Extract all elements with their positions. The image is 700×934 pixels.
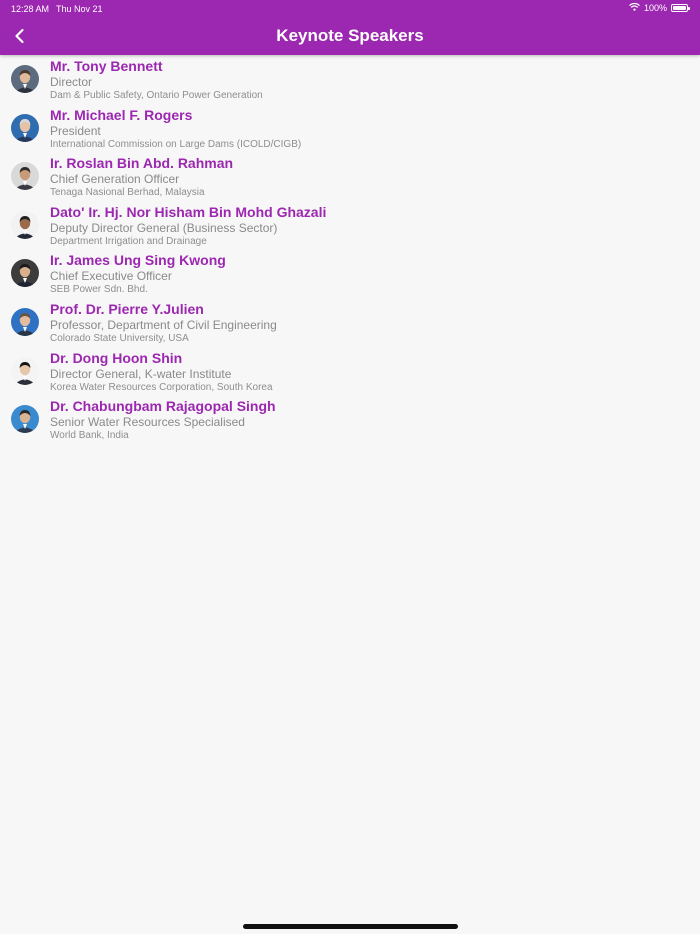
back-button[interactable] <box>10 26 30 46</box>
speaker-organization: Korea Water Resources Corporation, South… <box>50 381 273 393</box>
status-bar: 12:28 AM Thu Nov 21 100% <box>0 0 700 16</box>
speaker-name: Dr. Chabungbam Rajagopal Singh <box>50 398 276 415</box>
speaker-list-item[interactable]: Ir. Roslan Bin Abd. Rahman Chief Generati… <box>0 155 700 204</box>
speaker-list-item[interactable]: Dato' Ir. Hj. Nor Hisham Bin Mohd Ghazal… <box>0 204 700 253</box>
speaker-text: Dr. Dong Hoon Shin Director General, K-wa… <box>50 350 690 394</box>
home-indicator[interactable] <box>243 924 458 929</box>
speaker-role: President <box>50 123 101 138</box>
speaker-name: Dato' Ir. Hj. Nor Hisham Bin Mohd Ghazal… <box>50 203 327 220</box>
speaker-role: Deputy Director General (Business Sector… <box>50 220 278 235</box>
status-right: 100% <box>629 2 690 13</box>
page-title: Keynote Speakers <box>276 26 424 45</box>
speaker-name: Ir. Roslan Bin Abd. Rahman <box>50 155 234 172</box>
speaker-avatar <box>11 65 39 93</box>
chevron-left-icon <box>10 28 30 50</box>
speaker-text: Mr. Michael F. Rogers President Internatio… <box>50 107 690 151</box>
speaker-organization: Colorado State University, USA <box>50 332 189 344</box>
status-time: 12:28 AM <box>11 4 50 14</box>
speaker-text: Prof. Dr. Pierre Y.Julien Professor, Depa… <box>50 301 690 345</box>
speaker-text: Dato' Ir. Hj. Nor Hisham Bin Mohd Ghazal… <box>50 204 690 248</box>
speaker-avatar <box>11 162 39 191</box>
speaker-list-item[interactable]: Mr. Tony Bennett Director Dam & Public Saf… <box>0 58 700 107</box>
speaker-role: Director General, K-water Institute <box>50 366 232 381</box>
speaker-role: Senior Water Resources Specialised <box>50 415 245 430</box>
speaker-list-item[interactable]: Dr. Dong Hoon Shin Director General, K-wa… <box>0 350 700 399</box>
battery-percentage: 100% <box>643 3 667 13</box>
speaker-organization: Department Irrigation and Drainage <box>50 235 207 247</box>
speaker-avatar <box>11 307 39 336</box>
speaker-name: Dr. Dong Hoon Shin <box>50 349 183 366</box>
speaker-avatar <box>11 210 39 239</box>
speaker-organization: International Commission on Large Dams (… <box>50 138 302 150</box>
speaker-organization: Dam & Public Safety, Ontario Power Gener… <box>50 90 263 101</box>
speaker-name: Prof. Dr. Pierre Y.Julien <box>50 300 204 317</box>
battery-icon <box>671 4 690 12</box>
speaker-text: Ir. James Ung Sing Kwong Chief Executive … <box>50 252 690 296</box>
speaker-role: Chief Generation Officer <box>50 172 180 187</box>
status-date: Thu Nov 21 <box>56 4 103 14</box>
speaker-role: Director <box>50 75 93 89</box>
wifi-icon <box>629 2 640 13</box>
speaker-name: Ir. James Ung Sing Kwong <box>50 252 226 269</box>
speaker-text: Mr. Tony Bennett Director Dam & Public Saf… <box>50 58 690 102</box>
speaker-organization: World Bank, India <box>50 430 129 442</box>
speaker-organization: Tenaga Nasional Berhad, Malaysia <box>50 187 205 199</box>
speaker-list-item[interactable]: Dr. Chabungbam Rajagopal Singh Senior Wat… <box>0 398 700 447</box>
speaker-list-item[interactable]: Prof. Dr. Pierre Y.Julien Professor, Depa… <box>0 301 700 350</box>
speaker-avatar <box>11 405 39 434</box>
navigation-bar: 12:28 AM Thu Nov 21 100% Keynote Speaker… <box>0 0 700 55</box>
speaker-organization: SEB Power Sdn. Bhd. <box>50 284 148 296</box>
speaker-avatar <box>11 356 39 385</box>
speaker-text: Ir. Roslan Bin Abd. Rahman Chief Generati… <box>50 155 690 199</box>
speaker-list-item[interactable]: Ir. James Ung Sing Kwong Chief Executive … <box>0 252 700 301</box>
speaker-avatar <box>11 259 39 288</box>
speaker-avatar <box>11 113 39 142</box>
speaker-role: Professor, Department of Civil Engineeri… <box>50 317 277 332</box>
speaker-text: Dr. Chabungbam Rajagopal Singh Senior Wat… <box>50 398 690 442</box>
speaker-role: Chief Executive Officer <box>50 269 172 284</box>
speaker-name: Mr. Tony Bennett <box>50 58 163 74</box>
speaker-list: Mr. Tony Bennett Director Dam & Public Saf… <box>0 58 700 447</box>
speaker-list-item[interactable]: Mr. Michael F. Rogers President Internatio… <box>0 107 700 156</box>
speaker-name: Mr. Michael F. Rogers <box>50 106 193 123</box>
